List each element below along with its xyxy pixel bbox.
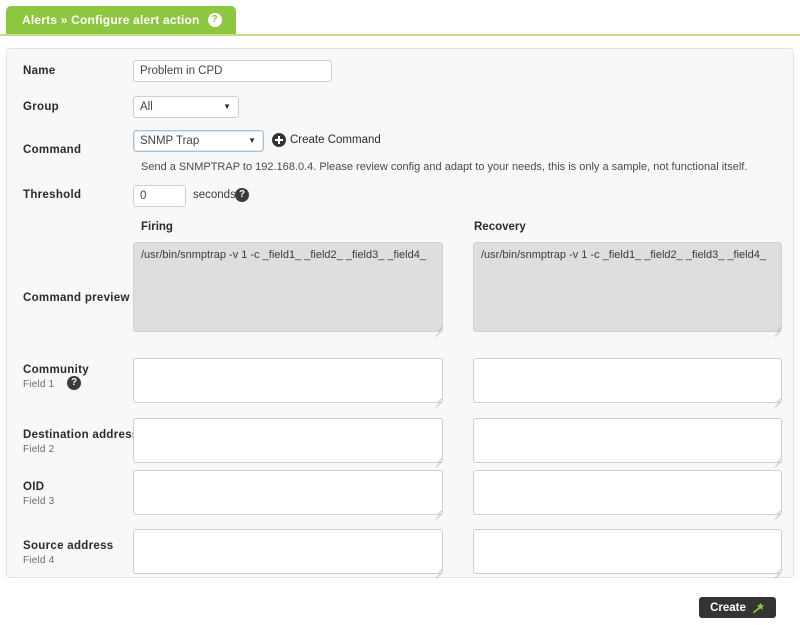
create-command-button[interactable]: Create Command	[272, 133, 381, 147]
alert-action-form-panel: Name Group All ▼ Command SNMP Trap ▼ Cre…	[6, 48, 794, 579]
field-1-label: Community	[23, 364, 89, 376]
field-2-sublabel: Field 2	[23, 444, 55, 455]
field-2-recovery-textarea[interactable]	[473, 418, 782, 463]
field-3-recovery-textarea[interactable]	[473, 470, 782, 515]
tab-title: Alerts » Configure alert action	[22, 13, 200, 27]
create-button[interactable]: Create	[699, 597, 776, 618]
threshold-label: Threshold	[23, 189, 82, 201]
field-2-label: Destination address	[23, 429, 139, 441]
name-input[interactable]	[133, 60, 332, 82]
create-command-label: Create Command	[290, 134, 381, 146]
firing-column-header: Firing	[141, 221, 173, 233]
recovery-column-header: Recovery	[474, 221, 526, 233]
command-select[interactable]: SNMP Trap ▼	[133, 130, 264, 152]
command-preview-recovery-textarea[interactable]: /usr/bin/snmptrap -v 1 -c _field1_ _fiel…	[473, 242, 782, 332]
field-4-firing-textarea[interactable]	[133, 529, 443, 574]
group-select[interactable]: All ▼	[133, 96, 239, 118]
tab-bar: Alerts » Configure alert action ?	[0, 6, 800, 36]
group-select-value: All	[140, 101, 153, 113]
field-4-recovery-textarea[interactable]	[473, 529, 782, 574]
threshold-unit: seconds	[193, 189, 236, 201]
command-select-value: SNMP Trap	[140, 135, 200, 147]
chevron-down-icon: ▼	[248, 136, 256, 145]
field-4-sublabel: Field 4	[23, 555, 55, 566]
name-label: Name	[23, 65, 56, 77]
field-3-sublabel: Field 3	[23, 496, 55, 507]
field-1-recovery-textarea[interactable]	[473, 358, 782, 403]
tab-configure-alert-action[interactable]: Alerts » Configure alert action ?	[6, 6, 236, 34]
field-4-label: Source address	[23, 540, 114, 552]
plus-circle-icon	[272, 133, 286, 147]
command-label: Command	[23, 144, 82, 156]
field-1-help-icon[interactable]: ?	[67, 376, 81, 390]
field-2-firing-textarea[interactable]	[133, 418, 443, 463]
threshold-input[interactable]	[133, 185, 186, 207]
command-preview-firing-textarea[interactable]: /usr/bin/snmptrap -v 1 -c _field1_ _fiel…	[133, 242, 443, 332]
tab-underline-rule	[0, 34, 800, 36]
field-1-firing-textarea[interactable]	[133, 358, 443, 403]
field-1-sublabel: Field 1	[23, 379, 55, 390]
page-root: Alerts » Configure alert action ? Name G…	[0, 0, 800, 625]
field-3-label: OID	[23, 481, 45, 493]
command-description: Send a SNMPTRAP to 192.168.0.4. Please r…	[141, 161, 748, 173]
chevron-down-icon: ▼	[223, 102, 231, 111]
threshold-help-icon[interactable]: ?	[235, 188, 249, 202]
create-button-label: Create	[710, 601, 746, 614]
help-circle-icon[interactable]: ?	[207, 13, 222, 27]
group-label: Group	[23, 101, 59, 113]
command-preview-label: Command preview	[23, 292, 130, 304]
field-3-firing-textarea[interactable]	[133, 470, 443, 515]
wand-icon	[752, 602, 765, 614]
